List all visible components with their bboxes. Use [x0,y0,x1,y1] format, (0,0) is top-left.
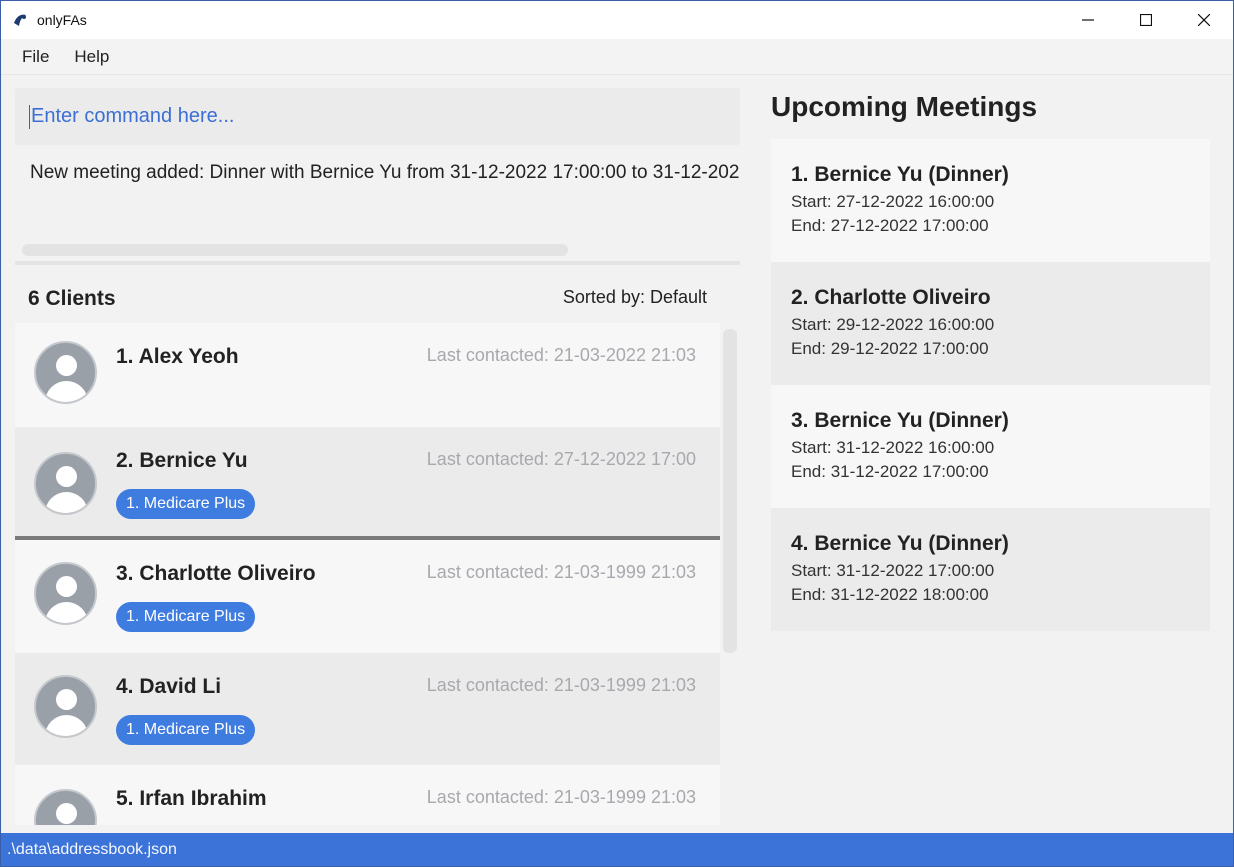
client-last-contacted: Last contacted: 27-12-2022 17:00 [426,449,696,469]
pane-divider[interactable] [15,261,740,265]
policy-tag: 1. Medicare Plus [116,489,256,519]
result-display: New meeting added: Dinner with Bernice Y… [15,151,740,261]
avatar-icon [34,789,97,825]
maximize-icon [1140,14,1152,26]
title-bar: onlyFAs [1,1,1233,39]
result-horizontal-scrollbar[interactable] [22,244,568,256]
meeting-end: End: 29-12-2022 17:00:00 [791,339,989,358]
command-box [15,88,740,145]
client-last-contacted: Last contacted: 21-03-1999 21:03 [426,787,696,807]
meeting-end: End: 31-12-2022 18:00:00 [791,585,989,604]
avatar-icon [34,675,97,738]
client-list: 1. Alex Yeoh Last contacted: 21-03-2022 … [15,323,720,825]
avatar-icon [34,562,97,625]
client-card[interactable]: 1. Alex Yeoh Last contacted: 21-03-2022 … [15,323,720,427]
client-card[interactable]: 5. Irfan Ibrahim Last contacted: 21-03-1… [15,765,720,825]
avatar-icon [34,452,97,515]
menu-help[interactable]: Help [74,47,109,67]
meeting-title: 4. Bernice Yu (Dinner) [791,532,1009,555]
client-name: 2. Bernice Yu [116,449,248,472]
client-card[interactable]: 4. David Li Last contacted: 21-03-1999 2… [15,653,720,765]
meeting-card[interactable]: 2. Charlotte Oliveiro Start: 29-12-2022 … [771,262,1210,385]
client-card-selected[interactable]: 2. Bernice Yu Last contacted: 27-12-2022… [15,427,720,540]
sort-indicator: Sorted by: Default [562,287,707,307]
meeting-start: Start: 31-12-2022 17:00:00 [791,561,995,580]
menu-bar: File Help [1,39,1233,75]
meeting-title: 2. Charlotte Oliveiro [791,286,991,309]
meeting-card[interactable]: 1. Bernice Yu (Dinner) Start: 27-12-2022… [771,139,1210,262]
policy-tag: 1. Medicare Plus [116,715,256,745]
client-card[interactable]: 3. Charlotte Oliveiro Last contacted: 21… [15,540,720,653]
menu-file[interactable]: File [22,47,49,67]
meeting-card[interactable]: 3. Bernice Yu (Dinner) Start: 31-12-2022… [771,385,1210,508]
client-last-contacted: Last contacted: 21-03-1999 21:03 [426,675,696,695]
meeting-end: End: 31-12-2022 17:00:00 [791,462,989,481]
client-last-contacted: Last contacted: 21-03-2022 21:03 [426,345,696,365]
avatar-icon [34,341,97,404]
meetings-title: Upcoming Meetings [771,91,1038,122]
meeting-card[interactable]: 4. Bernice Yu (Dinner) Start: 31-12-2022… [771,508,1210,631]
client-name: 4. David Li [116,675,222,698]
window-controls [1059,1,1233,39]
meeting-start: Start: 31-12-2022 16:00:00 [791,438,995,457]
client-list-scrollbar[interactable] [723,329,737,653]
window-title: onlyFAs [37,12,87,28]
meeting-title: 1. Bernice Yu (Dinner) [791,163,1009,186]
result-text: New meeting added: Dinner with Bernice Y… [30,162,740,183]
minimize-icon [1082,19,1094,21]
maximize-button[interactable] [1117,1,1175,39]
client-name: 5. Irfan Ibrahim [116,787,267,810]
meeting-title: 3. Bernice Yu (Dinner) [791,409,1009,432]
app-logo-icon [14,14,26,26]
close-button[interactable] [1175,1,1233,39]
clients-count: 6 Clients [28,287,116,310]
minimize-button[interactable] [1059,1,1117,39]
meeting-end: End: 27-12-2022 17:00:00 [791,216,989,235]
status-bar: .\data\addressbook.json [1,833,1233,866]
command-input[interactable] [31,105,711,128]
client-name: 1. Alex Yeoh [116,345,239,368]
meeting-start: Start: 27-12-2022 16:00:00 [791,192,995,211]
client-last-contacted: Last contacted: 21-03-1999 21:03 [426,562,696,582]
text-caret [29,104,30,129]
close-icon [1198,14,1210,26]
meeting-start: Start: 29-12-2022 16:00:00 [791,315,995,334]
clients-header: 6 Clients Sorted by: Default [15,271,740,323]
data-file-path: .\data\addressbook.json [7,840,177,858]
policy-tag: 1. Medicare Plus [116,602,256,632]
client-name: 3. Charlotte Oliveiro [116,562,316,585]
